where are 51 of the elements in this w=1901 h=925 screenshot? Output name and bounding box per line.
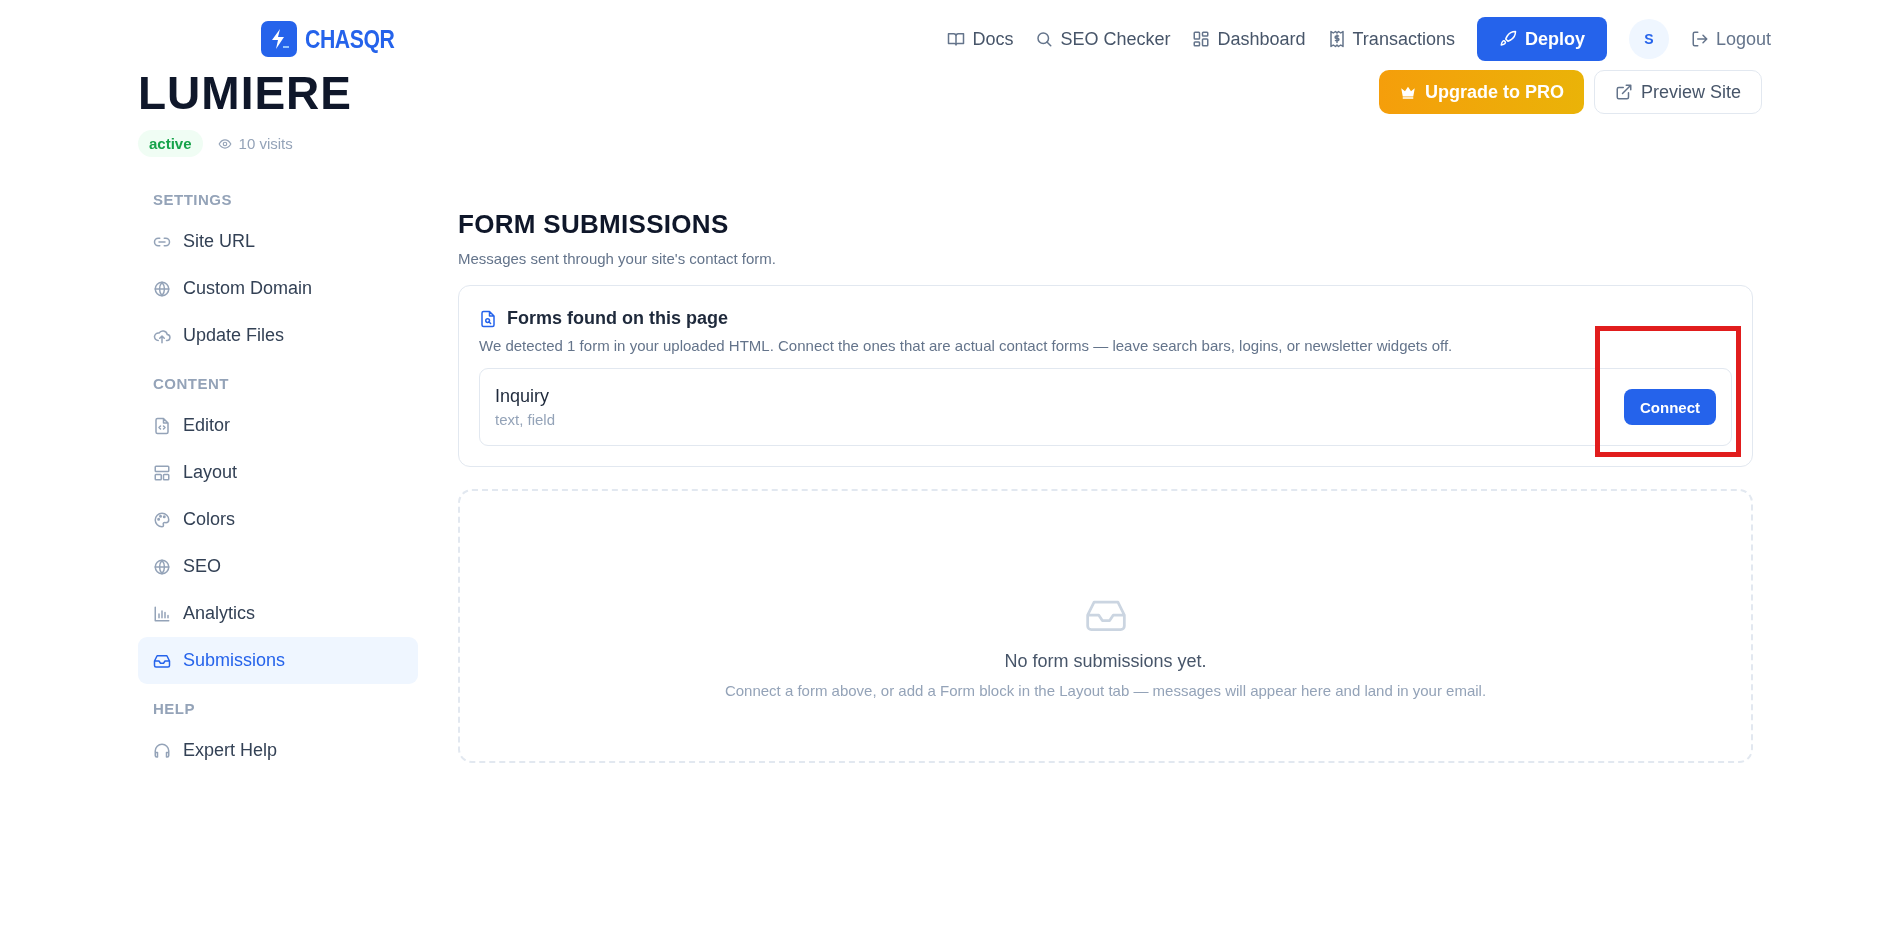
nav-link[interactable]: SEO Checker: [1035, 28, 1171, 50]
form-fields: text, field: [495, 411, 556, 428]
layout-icon: [153, 463, 171, 482]
nav-link[interactable]: Dashboard: [1192, 28, 1306, 50]
connect-button[interactable]: Connect: [1624, 389, 1716, 425]
nav-link[interactable]: Docs: [947, 28, 1014, 50]
external-link-icon: [1614, 83, 1633, 101]
sidebar-item[interactable]: SEO: [138, 543, 418, 590]
file-search-icon: [479, 309, 497, 328]
status-badge: active: [138, 130, 203, 157]
nav-link[interactable]: Transactions: [1327, 28, 1455, 50]
sidebar-heading: CONTENT: [152, 375, 230, 392]
palette-icon: [153, 510, 171, 529]
sidebar-item[interactable]: Editor: [138, 402, 418, 449]
sidebar-item[interactable]: Update Files: [138, 312, 418, 359]
grid-icon: [1192, 30, 1211, 48]
eye-icon: [217, 136, 232, 151]
sidebar-item[interactable]: Site URL: [138, 218, 418, 265]
preview-site-button[interactable]: Preview Site: [1593, 70, 1762, 114]
code-file-icon: [153, 416, 171, 435]
sidebar-heading: SETTINGS: [152, 191, 233, 208]
logout-link[interactable]: Logout: [1690, 28, 1771, 50]
book-icon: [947, 30, 966, 48]
sidebar-item[interactable]: Colors: [138, 496, 418, 543]
globe-icon: [153, 557, 171, 576]
user-avatar[interactable]: S: [1628, 19, 1669, 59]
empty-title: No form submissions yet.: [1004, 651, 1207, 672]
sidebar-item[interactable]: Submissions: [138, 637, 418, 684]
visit-count: 10 visits: [238, 135, 293, 152]
receipt-icon: [1327, 30, 1346, 48]
rocket-icon: [1498, 30, 1517, 48]
logout-icon: [1690, 30, 1709, 48]
deploy-button[interactable]: Deploy: [1476, 17, 1607, 61]
site-title: LUMIERE: [138, 70, 352, 116]
sidebar-item[interactable]: Custom Domain: [138, 265, 418, 312]
empty-description: Connect a form above, or add a Form block in the Layout tab — messages will appear here and land in your email.: [724, 682, 1487, 699]
brand-name: CHASQR: [305, 24, 395, 54]
bar-chart-icon: [153, 604, 171, 623]
search-icon: [1035, 30, 1054, 48]
globe-icon: [153, 279, 171, 298]
section-title: FORM SUBMISSIONS: [458, 209, 730, 240]
section-subtitle: Messages sent through your site's contact form.: [458, 250, 777, 267]
sidebar-item[interactable]: Expert Help: [138, 727, 418, 774]
sidebar-item[interactable]: Analytics: [138, 590, 418, 637]
card-title: Forms found on this page: [507, 308, 728, 329]
card-description: We detected 1 form in your uploaded HTML. Connect the ones that are actual contact forms — leave search bars, logins, or newsletter widgets off.: [479, 337, 1454, 354]
headset-icon: [153, 741, 171, 760]
form-name: Inquiry: [495, 386, 551, 407]
sidebar-heading: HELP: [152, 700, 196, 717]
sidebar-item[interactable]: Layout: [138, 449, 418, 496]
lightning-logo-icon: [261, 21, 297, 57]
